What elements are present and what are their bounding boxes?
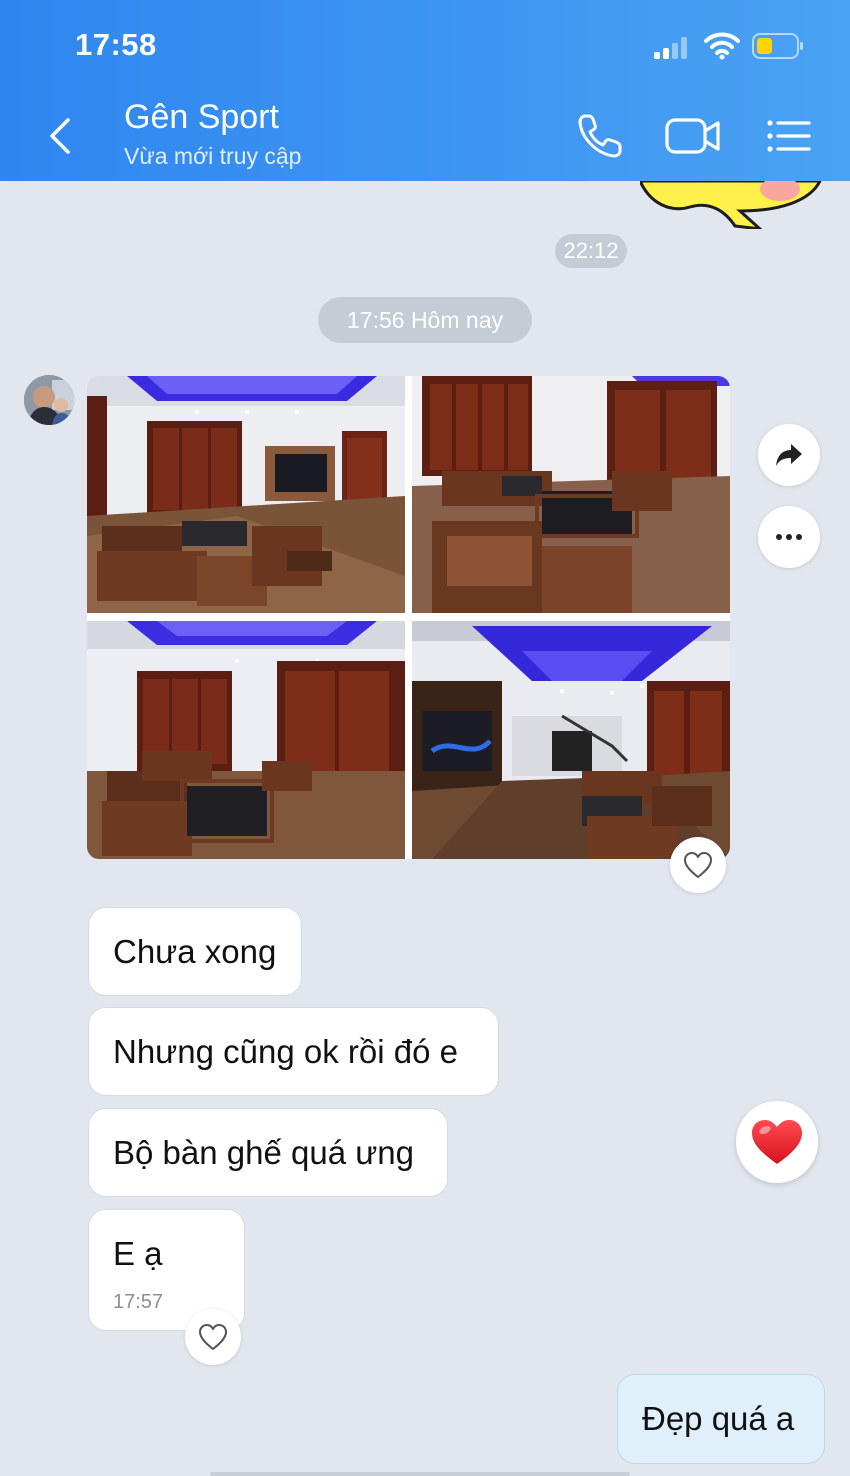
home-indicator: [210, 1472, 630, 1476]
outgoing-message-bubble[interactable]: Đẹp quá a: [617, 1374, 825, 1464]
message-text: Chưa xong: [113, 933, 277, 970]
message-time: 17:57: [113, 1291, 164, 1313]
video-call-icon[interactable]: [664, 110, 722, 162]
wifi-icon: [704, 32, 740, 60]
message-text: Nhưng cũng ok rồi đó e: [113, 1033, 458, 1070]
photo-like-button[interactable]: [670, 837, 726, 893]
menu-icon[interactable]: [762, 110, 814, 162]
more-options-button[interactable]: [758, 506, 820, 568]
message-text: Đẹp quá a: [642, 1400, 795, 1437]
timestamp-pill: 22:12: [555, 234, 627, 268]
contact-name[interactable]: Gên Sport: [124, 98, 279, 137]
status-time: 17:58: [75, 27, 157, 62]
heart-reaction-button[interactable]: [736, 1101, 818, 1183]
sticker-image[interactable]: [640, 181, 825, 229]
chat-header: 17:58 Gên Sport Vừa mới truy cập: [0, 0, 850, 181]
living-room-photo-2[interactable]: [412, 376, 730, 613]
message-bubble[interactable]: Chưa xong: [88, 907, 302, 996]
heart-filled-icon: [752, 1120, 802, 1164]
share-button[interactable]: [758, 424, 820, 486]
message-bubble[interactable]: Bộ bàn ghế quá ưng: [88, 1108, 448, 1197]
photo-grid: [87, 376, 730, 859]
heart-outline-icon: [684, 852, 712, 878]
battery-icon: [752, 33, 803, 59]
message-like-button[interactable]: [185, 1309, 241, 1365]
contact-status: Vừa mới truy cập: [124, 143, 302, 169]
date-separator-pill: 17:56 Hôm nay: [318, 297, 532, 343]
cellular-signal-icon: [654, 35, 694, 59]
message-bubble[interactable]: Nhưng cũng ok rồi đó e: [88, 1007, 499, 1096]
living-room-photo-4[interactable]: [412, 621, 730, 859]
living-room-photo-3[interactable]: [87, 621, 405, 859]
more-icon: [776, 534, 802, 540]
message-text: Bộ bàn ghế quá ưng: [113, 1134, 415, 1171]
living-room-photo-1[interactable]: [87, 376, 405, 613]
phone-icon[interactable]: [574, 110, 626, 162]
avatar[interactable]: [24, 375, 74, 425]
share-arrow-icon: [776, 444, 802, 466]
heart-outline-icon: [199, 1324, 227, 1350]
back-button[interactable]: [40, 108, 80, 164]
message-text: E ạ: [113, 1235, 163, 1272]
